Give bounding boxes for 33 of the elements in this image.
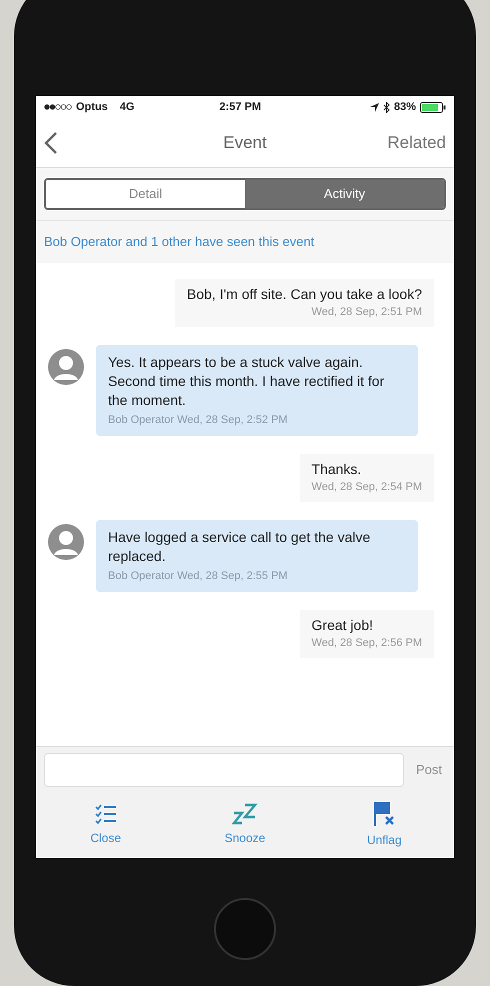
seen-notice: Bob Operator and 1 other have seen this event: [44, 233, 314, 252]
location-icon: [370, 102, 379, 112]
message-meta: Wed, 28 Sep, 2:54 PM: [312, 480, 422, 495]
message-meta: Bob Operator Wed, 28 Sep, 2:55 PM: [108, 568, 289, 584]
network-type: 4G: [120, 100, 134, 115]
toolbar-action[interactable]: Snooze: [204, 803, 285, 847]
toolbar-action[interactable]: Unflag: [344, 801, 424, 849]
status-time: 2:57 PM: [219, 100, 261, 115]
message-text: Thanks.: [312, 460, 362, 479]
message-meta: Bob Operator Wed, 28 Sep, 2:52 PM: [108, 412, 289, 428]
avatar-icon: [48, 524, 84, 560]
nav-title: Event: [223, 132, 267, 154]
segment-tab[interactable]: Activity: [245, 180, 444, 208]
flag-x-icon: [372, 801, 396, 827]
message-input[interactable]: [44, 752, 404, 786]
message-text: Bob, I'm off site. Can you take a look?: [186, 285, 422, 304]
message-meta: Wed, 28 Sep, 2:56 PM: [312, 636, 422, 651]
segment-tab[interactable]: Detail: [46, 180, 245, 208]
avatar-icon: [48, 348, 84, 384]
message-text: Have logged a service call to get the valve replaced.: [108, 528, 372, 566]
signal-icon: [44, 104, 72, 110]
sleep-icon: [232, 803, 258, 825]
checklist-icon: [94, 803, 117, 825]
carrier-name: Optus: [76, 100, 108, 115]
message-text: Yes. It appears to be a stuck valve again. Second time this month. I have rectified it for the moment.: [108, 352, 386, 410]
message-text: Great job!: [312, 616, 373, 635]
message-meta: Wed, 28 Sep, 2:51 PM: [312, 305, 422, 320]
related-link[interactable]: Related: [387, 130, 446, 156]
back-icon: [44, 130, 58, 154]
battery-icon: [420, 102, 446, 112]
bluetooth-icon: [382, 102, 390, 112]
battery-percent: 83%: [394, 100, 416, 115]
toolbar-action[interactable]: Close: [66, 803, 146, 847]
